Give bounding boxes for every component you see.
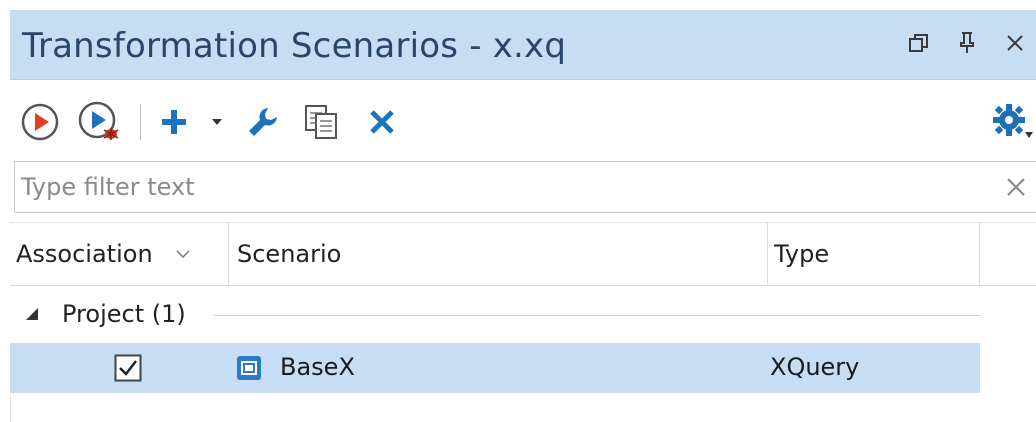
new-scenario-button[interactable] (156, 102, 192, 142)
clear-icon (1007, 178, 1025, 196)
pin-button[interactable] (954, 30, 980, 56)
group-row-project[interactable]: Project (1) (10, 290, 980, 342)
association-checkbox[interactable] (114, 354, 142, 382)
settings-button[interactable] (990, 102, 1036, 142)
close-icon (1007, 35, 1023, 51)
sort-chevron-icon (175, 249, 191, 259)
wrench-icon (249, 108, 277, 136)
debug-run-icon (78, 101, 119, 140)
checkbox-checked-icon (114, 354, 142, 382)
scenario-type-icon (236, 355, 262, 385)
column-header-label: Type (774, 240, 830, 268)
plus-icon (162, 110, 186, 134)
panel-edge (10, 395, 11, 422)
duplicate-scenario-button[interactable] (300, 102, 342, 142)
restore-button[interactable] (906, 30, 932, 56)
view-controls (906, 30, 1028, 56)
clear-filter-button[interactable] (1002, 173, 1030, 201)
view-titlebar: Transformation Scenarios - x.xq (10, 10, 1036, 80)
run-icon (21, 103, 59, 141)
filter-input[interactable] (21, 168, 981, 206)
delete-x-icon (370, 110, 394, 134)
close-button[interactable] (1002, 30, 1028, 56)
scenario-name: BaseX (280, 353, 355, 381)
group-divider (214, 315, 980, 316)
table-row[interactable]: BaseX XQuery (10, 343, 980, 393)
toolbar (10, 80, 1036, 160)
edit-scenario-button[interactable] (244, 102, 282, 142)
column-header-type[interactable]: Type (768, 223, 980, 285)
new-dropdown-button[interactable] (206, 102, 228, 142)
column-header-filler (980, 223, 1036, 285)
scenario-type: XQuery (770, 353, 860, 381)
table-header: Association Scenario Type (10, 222, 1036, 286)
debug-scenario-button[interactable] (76, 101, 124, 142)
view-title: Transformation Scenarios - x.xq (22, 26, 567, 66)
remove-scenario-button[interactable] (364, 102, 400, 142)
apply-scenario-button[interactable] (18, 102, 62, 142)
filter-box (14, 161, 1036, 213)
restore-icon (909, 34, 928, 52)
pin-icon (960, 32, 974, 53)
duplicate-icon (305, 105, 337, 139)
column-header-label: Scenario (237, 240, 342, 268)
dropdown-arrow-icon (212, 119, 222, 125)
column-header-association[interactable]: Association (10, 223, 229, 285)
gear-icon (993, 104, 1033, 138)
column-header-scenario[interactable]: Scenario (229, 223, 768, 285)
expanded-triangle-icon[interactable] (24, 306, 40, 326)
column-header-label: Association (16, 240, 153, 268)
toolbar-separator (140, 104, 141, 140)
group-label: Project (1) (62, 300, 186, 328)
